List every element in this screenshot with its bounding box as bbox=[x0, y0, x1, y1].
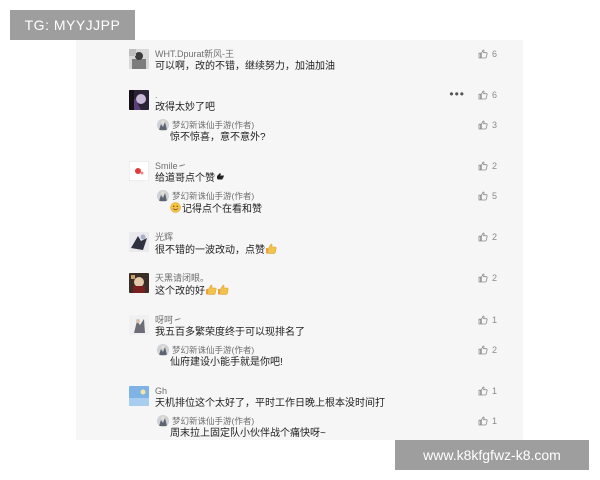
avatar[interactable] bbox=[129, 161, 149, 181]
like-button[interactable]: 2 bbox=[478, 160, 497, 172]
reply-text: 惊不惊喜，意不意外? bbox=[170, 132, 266, 143]
like-count: 2 bbox=[491, 273, 497, 283]
commenter-name[interactable]: WHT.Dpurat新风-王 bbox=[155, 48, 234, 60]
thumbs-up-emoji bbox=[265, 243, 277, 254]
like-count: 3 bbox=[491, 120, 497, 130]
reply-author-name[interactable]: 梦幻新诛仙手游(作者) bbox=[172, 119, 254, 131]
thumb-up-outline-icon bbox=[478, 315, 488, 325]
thumbs-up-emoji bbox=[205, 284, 217, 295]
comment-text: 可以啊，改的不错，继续努力，加油加油 bbox=[155, 61, 335, 72]
avatar[interactable] bbox=[129, 232, 149, 252]
like-button[interactable]: 1 bbox=[478, 314, 497, 326]
commenter-name[interactable]: 呀呵㇀ bbox=[155, 314, 182, 326]
reply-like-button[interactable]: 1 bbox=[478, 415, 497, 427]
reply-author-name[interactable]: 梦幻新诛仙手游(作者) bbox=[172, 344, 254, 356]
like-count: 6 bbox=[491, 90, 497, 100]
comment-list: WHT.Dpurat新风-王 可以啊，改的不错，继续努力，加油加油 6 . ••… bbox=[76, 40, 523, 440]
thumb-up-outline-icon bbox=[478, 191, 488, 201]
like-count: 1 bbox=[491, 416, 497, 426]
thumb-up-outline-icon bbox=[478, 386, 488, 396]
like-count: 2 bbox=[491, 232, 497, 242]
thumbs-up-emoji bbox=[217, 284, 229, 295]
commenter-name[interactable]: 天黑请闭眼。 bbox=[155, 272, 209, 284]
commenter-name[interactable]: . bbox=[155, 89, 158, 101]
reply-text: 周末拉上固定队小伙伴战个痛快呀~ bbox=[170, 428, 326, 439]
author-avatar[interactable] bbox=[157, 119, 169, 131]
comment-text: 我五百多繁荣度终于可以现排名了 bbox=[155, 327, 305, 338]
like-button[interactable]: 2 bbox=[478, 272, 497, 284]
like-count: 2 bbox=[491, 345, 497, 355]
like-count: 1 bbox=[491, 386, 497, 396]
author-avatar[interactable] bbox=[157, 344, 169, 356]
avatar[interactable] bbox=[129, 49, 149, 69]
reply-like-button[interactable]: 3 bbox=[478, 119, 497, 131]
like-count: 6 bbox=[491, 49, 497, 59]
comment-text: 这个改的好 bbox=[155, 284, 229, 299]
thumb-up-outline-icon bbox=[478, 90, 488, 100]
like-button[interactable]: 6 bbox=[478, 89, 497, 101]
thumb-up-outline-icon bbox=[478, 161, 488, 171]
comment-text: 天机排位这个太好了，平时工作日晚上根本没时间打 bbox=[155, 398, 385, 409]
reply-author-name[interactable]: 梦幻新诛仙手游(作者) bbox=[172, 190, 254, 202]
author-avatar[interactable] bbox=[157, 415, 169, 427]
author-avatar[interactable] bbox=[157, 190, 169, 202]
smile-emoji bbox=[170, 202, 181, 213]
like-count: 2 bbox=[491, 161, 497, 171]
reply-like-button[interactable]: 5 bbox=[478, 190, 497, 202]
thumb-up-outline-icon bbox=[478, 416, 488, 426]
reply-text: 记得点个在看和赞 bbox=[170, 202, 262, 217]
comment-text: 很不错的一波改动，点赞 bbox=[155, 243, 277, 258]
commenter-name[interactable]: 光辉 bbox=[155, 231, 173, 243]
like-button[interactable]: 1 bbox=[478, 385, 497, 397]
like-count: 5 bbox=[491, 191, 497, 201]
watermark-url-badge: www.k8kfgfwz-k8.com bbox=[395, 440, 589, 470]
more-dots-icon[interactable]: ••• bbox=[449, 87, 465, 101]
reply-text: 仙府建设小能手就是你吧! bbox=[170, 357, 283, 368]
avatar[interactable] bbox=[129, 315, 149, 335]
avatar[interactable] bbox=[129, 386, 149, 406]
watermark-tag-badge: TG: MYYJJPP bbox=[10, 10, 135, 40]
thumb-up-outline-icon bbox=[478, 273, 488, 283]
thumb-up-outline-icon bbox=[478, 120, 488, 130]
like-count: 1 bbox=[491, 315, 497, 325]
avatar[interactable] bbox=[129, 273, 149, 293]
thumb-up-outline-icon bbox=[478, 49, 488, 59]
reply-like-button[interactable]: 2 bbox=[478, 344, 497, 356]
reply-author-name[interactable]: 梦幻新诛仙手游(作者) bbox=[172, 415, 254, 427]
thumb-up-outline-icon bbox=[478, 232, 488, 242]
thumb-up-outline-icon bbox=[478, 345, 488, 355]
like-button[interactable]: 6 bbox=[478, 48, 497, 60]
commenter-name[interactable]: Smile㇀ bbox=[155, 160, 187, 172]
pointing-hand-emoji bbox=[215, 172, 225, 182]
like-button[interactable]: 2 bbox=[478, 231, 497, 243]
comment-text: 改得太妙了吧 bbox=[155, 102, 215, 113]
commenter-name[interactable]: Gh bbox=[155, 385, 167, 397]
comment-text: 给道哥点个赞 bbox=[155, 172, 225, 186]
avatar[interactable] bbox=[129, 90, 149, 110]
